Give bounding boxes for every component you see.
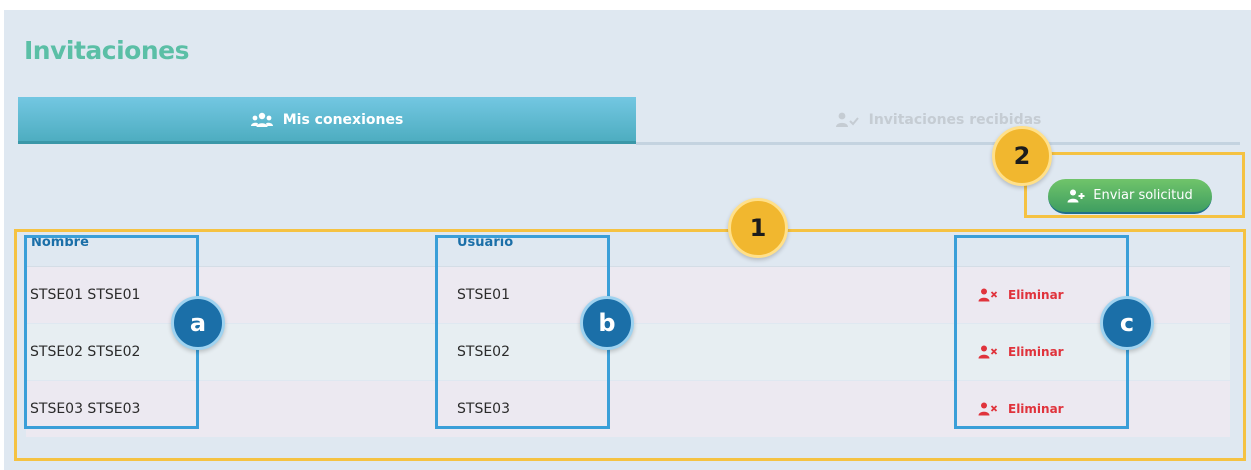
tab-invitaciones-recibidas[interactable]: Invitaciones recibidas [636,97,1240,143]
tab-label: Mis conexiones [282,112,404,128]
user-check-icon [835,112,859,128]
tab-active-indicator [18,141,636,144]
tab-mis-conexiones[interactable]: Mis conexiones [18,97,636,143]
page-title: Invitaciones [24,36,189,65]
highlight-box-send-request [1024,152,1245,218]
tab-bar: Mis conexiones Invitaciones recibidas [18,97,1240,145]
users-icon [250,112,273,128]
annotation-badge-2: 2 [992,126,1052,186]
annotation-badge-b: b [580,296,634,350]
annotation-badge-c: c [1100,296,1154,350]
tab-divider-line [636,142,1240,145]
annotation-badge-1: 1 [728,198,788,258]
annotation-badge-a: a [171,296,225,350]
